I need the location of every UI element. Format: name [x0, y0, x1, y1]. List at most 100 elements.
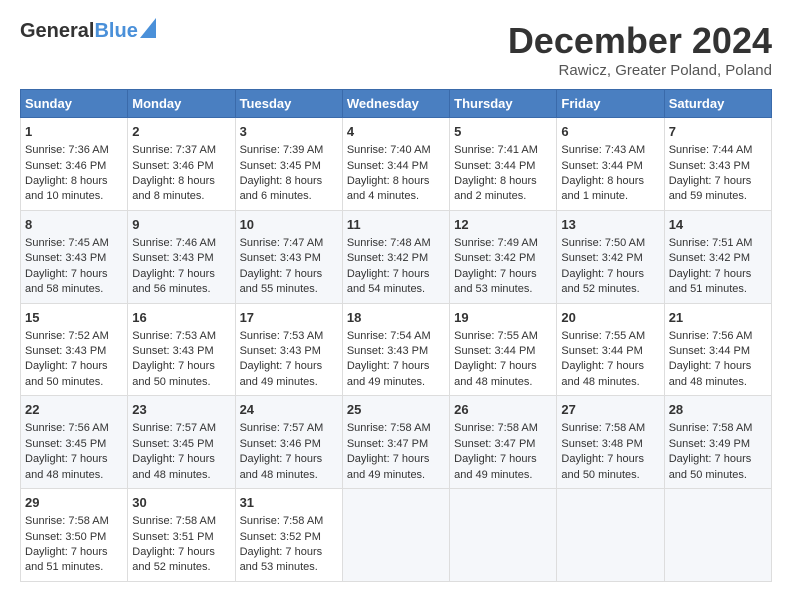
- table-row: [450, 489, 557, 582]
- calendar-week-row: 8Sunrise: 7:45 AMSunset: 3:43 PMDaylight…: [21, 210, 772, 303]
- sunrise-text: Sunrise: 7:56 AM: [25, 422, 109, 434]
- day-number: 14: [669, 216, 767, 234]
- sunset-text: Sunset: 3:44 PM: [454, 345, 535, 357]
- col-thursday: Thursday: [450, 90, 557, 118]
- sunrise-text: Sunrise: 7:58 AM: [454, 422, 538, 434]
- sunrise-text: Sunrise: 7:36 AM: [25, 144, 109, 156]
- daylight-text: Daylight: 7 hours and 51 minutes.: [25, 546, 108, 573]
- sunrise-text: Sunrise: 7:57 AM: [132, 422, 216, 434]
- day-number: 3: [240, 123, 338, 141]
- sunset-text: Sunset: 3:45 PM: [25, 438, 106, 450]
- sunset-text: Sunset: 3:43 PM: [25, 345, 106, 357]
- table-row: 13Sunrise: 7:50 AMSunset: 3:42 PMDayligh…: [557, 210, 664, 303]
- table-row: 14Sunrise: 7:51 AMSunset: 3:42 PMDayligh…: [664, 210, 771, 303]
- daylight-text: Daylight: 7 hours and 48 minutes.: [132, 453, 215, 480]
- table-row: 15Sunrise: 7:52 AMSunset: 3:43 PMDayligh…: [21, 303, 128, 396]
- col-friday: Friday: [557, 90, 664, 118]
- sunset-text: Sunset: 3:47 PM: [347, 438, 428, 450]
- day-number: 27: [561, 401, 659, 419]
- daylight-text: Daylight: 7 hours and 49 minutes.: [347, 360, 430, 387]
- sunset-text: Sunset: 3:44 PM: [561, 160, 642, 172]
- table-row: 19Sunrise: 7:55 AMSunset: 3:44 PMDayligh…: [450, 303, 557, 396]
- table-row: [342, 489, 449, 582]
- day-number: 30: [132, 494, 230, 512]
- logo-blue-text: Blue: [94, 20, 137, 43]
- day-number: 23: [132, 401, 230, 419]
- daylight-text: Daylight: 7 hours and 49 minutes.: [454, 453, 537, 480]
- table-row: 23 Sunrise: 7:57 AM Sunset: 3:45 PM Dayligh…: [128, 396, 235, 489]
- sunrise-text: Sunrise: 7:51 AM: [669, 237, 753, 249]
- calendar-week-row: 1 Sunrise: 7:36 AM Sunset: 3:46 PM Daylight…: [21, 118, 772, 211]
- daylight-text: Daylight: 7 hours and 59 minutes.: [669, 175, 752, 202]
- day-number: 5: [454, 123, 552, 141]
- table-row: 2Sunrise: 7:37 AMSunset: 3:46 PMDaylight…: [128, 118, 235, 211]
- sunset-text: Sunset: 3:48 PM: [561, 438, 642, 450]
- daylight-text: Daylight: 7 hours and 50 minutes.: [25, 360, 108, 387]
- sunrise-text: Sunrise: 7:40 AM: [347, 144, 431, 156]
- sunrise-text: Sunrise: 7:58 AM: [347, 422, 431, 434]
- daylight-text: Daylight: 7 hours and 48 minutes.: [561, 360, 644, 387]
- day-number: 4: [347, 123, 445, 141]
- sunset-text: Sunset: 3:44 PM: [561, 345, 642, 357]
- sunset-text: Sunset: 3:44 PM: [454, 160, 535, 172]
- day-number: 13: [561, 216, 659, 234]
- sunset-text: Sunset: 3:44 PM: [347, 160, 428, 172]
- sunrise-text: Sunrise: 7:58 AM: [25, 515, 109, 527]
- sunrise-text: Sunrise: 7:44 AM: [669, 144, 753, 156]
- daylight-text: Daylight: 7 hours and 49 minutes.: [240, 360, 323, 387]
- calendar-table: Sunday Monday Tuesday Wednesday Thursday…: [20, 89, 772, 582]
- table-row: 25 Sunrise: 7:58 AM Sunset: 3:47 PM Dayligh…: [342, 396, 449, 489]
- daylight-text: Daylight: 7 hours and 50 minutes.: [132, 360, 215, 387]
- day-number: 1: [25, 123, 123, 141]
- table-row: 7Sunrise: 7:44 AMSunset: 3:43 PMDaylight…: [664, 118, 771, 211]
- sunset-text: Sunset: 3:42 PM: [347, 252, 428, 264]
- table-row: 12Sunrise: 7:49 AMSunset: 3:42 PMDayligh…: [450, 210, 557, 303]
- sunset-text: Sunset: 3:47 PM: [454, 438, 535, 450]
- page-subtitle: Rawicz, Greater Poland, Poland: [508, 62, 772, 79]
- daylight-text: Daylight: 7 hours and 49 minutes.: [347, 453, 430, 480]
- sunset-text: Sunset: 3:43 PM: [347, 345, 428, 357]
- day-number: 11: [347, 216, 445, 234]
- calendar-week-row: 22Sunrise: 7:56 AMSunset: 3:45 PMDayligh…: [21, 396, 772, 489]
- table-row: 18 Sunrise: 7:54 AM Sunset: 3:43 PM Dayligh…: [342, 303, 449, 396]
- sunrise-text: Sunrise: 7:55 AM: [561, 330, 645, 342]
- day-number: 25: [347, 401, 445, 419]
- daylight-text: Daylight: 7 hours and 56 minutes.: [132, 268, 215, 295]
- day-number: 19: [454, 309, 552, 327]
- sunrise-text: Sunrise: 7:52 AM: [25, 330, 109, 342]
- sunrise-text: Sunrise: 7:55 AM: [454, 330, 538, 342]
- table-row: 1 Sunrise: 7:36 AM Sunset: 3:46 PM Daylight…: [21, 118, 128, 211]
- col-tuesday: Tuesday: [235, 90, 342, 118]
- sunset-text: Sunset: 3:42 PM: [454, 252, 535, 264]
- day-number: 8: [25, 216, 123, 234]
- table-row: 16Sunrise: 7:53 AMSunset: 3:43 PMDayligh…: [128, 303, 235, 396]
- daylight-text: Daylight: 7 hours and 53 minutes.: [454, 268, 537, 295]
- day-number: 18: [347, 309, 445, 327]
- table-row: 3Sunrise: 7:39 AMSunset: 3:45 PMDaylight…: [235, 118, 342, 211]
- sunset-text: Sunset: 3:46 PM: [25, 160, 106, 172]
- col-monday: Monday: [128, 90, 235, 118]
- calendar-header-row: Sunday Monday Tuesday Wednesday Thursday…: [21, 90, 772, 118]
- daylight-text: Daylight: 7 hours and 52 minutes.: [132, 546, 215, 573]
- sunrise-text: Sunrise: 7:48 AM: [347, 237, 431, 249]
- sunrise-text: Sunrise: 7:58 AM: [669, 422, 753, 434]
- daylight-text: Daylight: 7 hours and 51 minutes.: [669, 268, 752, 295]
- day-number: 2: [132, 123, 230, 141]
- sunset-text: Sunset: 3:45 PM: [240, 160, 321, 172]
- daylight-text: Daylight: 7 hours and 50 minutes.: [669, 453, 752, 480]
- sunrise-text: Sunrise: 7:53 AM: [132, 330, 216, 342]
- table-row: 6Sunrise: 7:43 AMSunset: 3:44 PMDaylight…: [557, 118, 664, 211]
- sunrise-text: Sunrise: 7:47 AM: [240, 237, 324, 249]
- day-number: 7: [669, 123, 767, 141]
- sunrise-text: Sunrise: 7:41 AM: [454, 144, 538, 156]
- sunset-text: Sunset: 3:45 PM: [132, 438, 213, 450]
- daylight-text: Daylight: 7 hours and 50 minutes.: [561, 453, 644, 480]
- sunrise-text: Sunrise: 7:56 AM: [669, 330, 753, 342]
- daylight-text: Daylight: 8 hours and 10 minutes.: [25, 175, 108, 202]
- table-row: 28Sunrise: 7:58 AMSunset: 3:49 PMDayligh…: [664, 396, 771, 489]
- daylight-text: Daylight: 7 hours and 48 minutes.: [25, 453, 108, 480]
- sunset-text: Sunset: 3:51 PM: [132, 531, 213, 543]
- daylight-text: Daylight: 7 hours and 48 minutes.: [669, 360, 752, 387]
- sunrise-text: Sunrise: 7:54 AM: [347, 330, 431, 342]
- day-number: 31: [240, 494, 338, 512]
